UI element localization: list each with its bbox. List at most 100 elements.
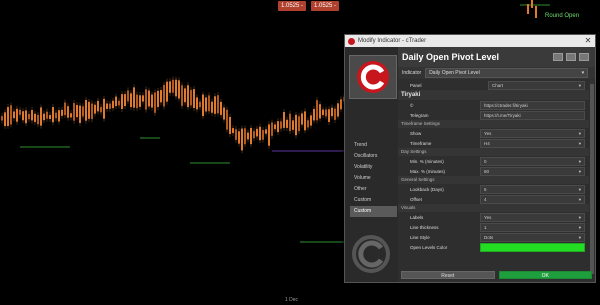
candle bbox=[187, 85, 189, 108]
reset-button[interactable]: Reset bbox=[401, 271, 495, 279]
candle bbox=[310, 115, 312, 126]
property-value-text: 1 bbox=[484, 224, 487, 230]
property-label: Line Style bbox=[410, 234, 430, 240]
candle bbox=[142, 95, 144, 102]
scrollbar-thumb[interactable] bbox=[590, 84, 594, 274]
candle bbox=[211, 101, 213, 113]
property-label: Open Levels Color bbox=[410, 244, 448, 250]
property-value[interactable]: 0 ▾ bbox=[480, 156, 585, 166]
property-row: Line thickness 1 ▾ bbox=[398, 222, 589, 232]
candle bbox=[274, 124, 276, 130]
property-value[interactable]: H4 ▾ bbox=[480, 138, 585, 148]
candle bbox=[301, 113, 303, 125]
indicator-select[interactable]: Daily Open Pivot Level ▾ bbox=[425, 68, 589, 78]
property-value[interactable]: https://t.me/Tiryaki bbox=[480, 110, 585, 120]
candle bbox=[527, 4, 529, 14]
candle bbox=[181, 85, 183, 106]
property-value[interactable]: 60 ▾ bbox=[480, 166, 585, 176]
property-value-text: 5 bbox=[484, 186, 487, 192]
nav-item[interactable]: Custom bbox=[350, 195, 397, 206]
property-value[interactable]: 1 ▾ bbox=[480, 222, 585, 232]
candle bbox=[535, 6, 537, 18]
property-value-text: Yes bbox=[484, 214, 492, 220]
candle bbox=[286, 119, 288, 128]
panel-title-text: Daily Open Pivot Level bbox=[402, 52, 500, 62]
owner-section-title: Tiryaki bbox=[398, 90, 589, 100]
candle bbox=[154, 92, 156, 113]
section-header: General Settings bbox=[398, 176, 589, 184]
candle bbox=[145, 89, 147, 110]
candle bbox=[268, 124, 270, 146]
load-template-icon[interactable] bbox=[566, 53, 576, 61]
candle bbox=[22, 111, 24, 121]
candle bbox=[148, 90, 150, 107]
nav-item[interactable]: Volatility bbox=[350, 162, 397, 173]
candle bbox=[253, 131, 255, 139]
property-value-text: 4 bbox=[484, 196, 487, 202]
ok-button[interactable]: OK bbox=[498, 271, 592, 279]
property-value-text: https://ctrader.fi/tiryaki bbox=[484, 102, 528, 108]
ctrader-logo-icon bbox=[348, 37, 355, 45]
property-label: Line thickness bbox=[410, 224, 439, 230]
candle bbox=[13, 111, 15, 119]
candle bbox=[307, 120, 309, 128]
section-header: Timeframe Settings bbox=[398, 120, 589, 128]
settings-menu-icon[interactable] bbox=[579, 53, 589, 61]
nav-item[interactable]: Custom bbox=[350, 206, 397, 217]
candle bbox=[160, 90, 162, 103]
property-row: Line Style Dots ▾ bbox=[398, 232, 589, 242]
candle bbox=[184, 88, 186, 103]
property-value-text: H4 bbox=[484, 140, 490, 146]
color-picker[interactable] bbox=[480, 242, 585, 252]
candle bbox=[34, 113, 36, 122]
property-value[interactable]: Dots ▾ bbox=[480, 232, 585, 242]
nav-list: Trend Oscillators Volatility Volume Other Cus… bbox=[350, 140, 397, 217]
section-header: Day Settings bbox=[398, 148, 589, 156]
candle bbox=[193, 89, 195, 108]
dialog-titlebar[interactable]: Modify Indicator - cTrader ✕ bbox=[345, 35, 595, 47]
left-nav: Trend Oscillators Volatility Volume Other Cus… bbox=[345, 47, 398, 282]
panel-select[interactable]: Chart ▾ bbox=[488, 80, 585, 90]
property-label: Timeframe bbox=[410, 140, 432, 146]
property-value[interactable]: 5 ▾ bbox=[480, 184, 585, 194]
candle bbox=[283, 112, 285, 128]
indicator-label: Indicator bbox=[402, 70, 422, 76]
chevron-down-icon: ▾ bbox=[578, 82, 581, 88]
nav-item[interactable]: Volume bbox=[350, 173, 397, 184]
candle bbox=[178, 80, 180, 99]
property-value[interactable]: Yes ▾ bbox=[480, 212, 585, 222]
candle bbox=[244, 128, 246, 145]
close-icon[interactable]: ✕ bbox=[581, 35, 595, 47]
scrollbar[interactable] bbox=[590, 80, 594, 274]
property-value[interactable]: 4 ▾ bbox=[480, 194, 585, 204]
candle bbox=[172, 79, 174, 93]
candle bbox=[256, 128, 258, 137]
candle bbox=[175, 79, 177, 97]
nav-item[interactable]: Trend bbox=[350, 140, 397, 151]
date-axis-label: 1 Dec bbox=[285, 297, 299, 303]
candle bbox=[7, 107, 9, 127]
round-open-label: Round Open bbox=[545, 13, 580, 19]
nav-item[interactable]: Oscillators bbox=[350, 151, 397, 162]
chevron-down-icon: ▾ bbox=[578, 140, 581, 146]
property-value-text: 60 bbox=[484, 168, 490, 174]
candle bbox=[292, 120, 294, 130]
candle bbox=[289, 113, 291, 132]
property-value[interactable]: https://ctrader.fi/tiryaki bbox=[480, 100, 585, 110]
nav-item[interactable]: Other bbox=[350, 184, 397, 195]
candle bbox=[46, 111, 48, 119]
candle bbox=[157, 90, 159, 108]
chevron-down-icon: ▾ bbox=[578, 224, 581, 230]
candle bbox=[163, 85, 165, 107]
candle bbox=[304, 111, 306, 131]
candle bbox=[325, 109, 327, 117]
candle bbox=[4, 112, 6, 127]
candle bbox=[319, 104, 321, 119]
candle bbox=[49, 114, 51, 119]
property-value[interactable]: Yes ▾ bbox=[480, 128, 585, 138]
price-tag-bid: 1.0525 - bbox=[278, 1, 307, 11]
candle bbox=[79, 105, 81, 123]
save-template-icon[interactable] bbox=[553, 53, 563, 61]
candle bbox=[208, 95, 210, 112]
candle bbox=[16, 108, 18, 122]
